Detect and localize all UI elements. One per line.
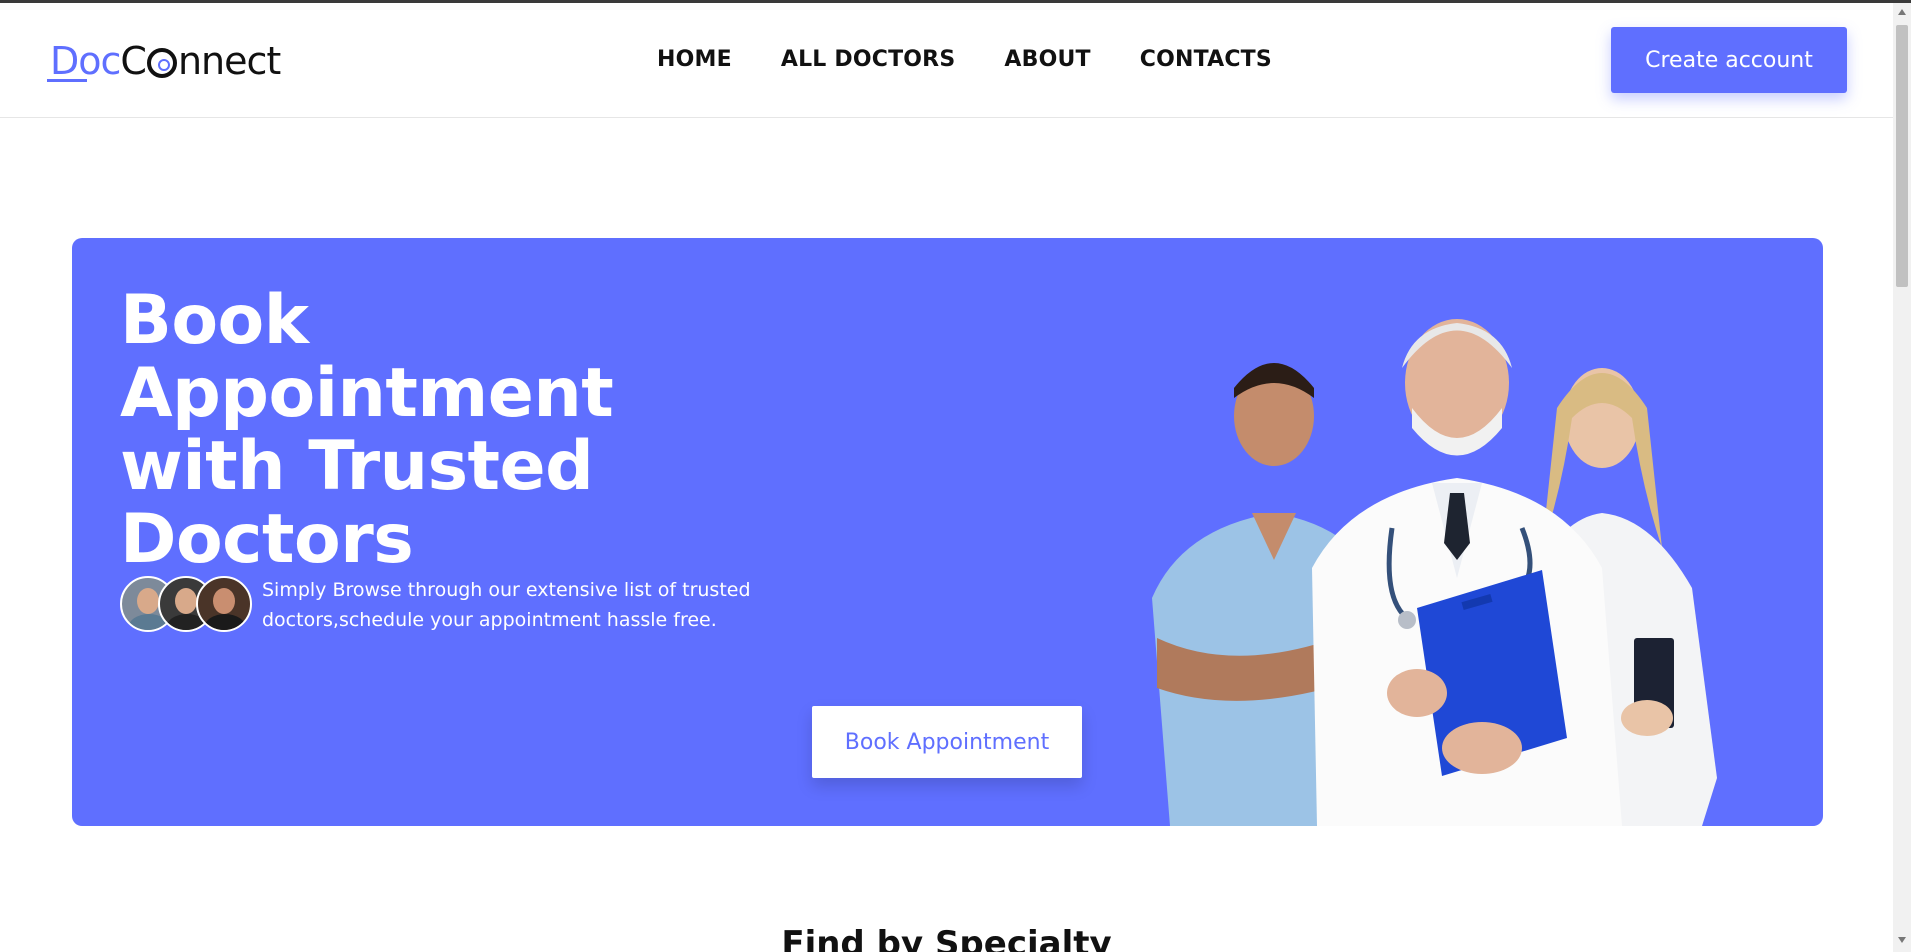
scrollbar-thumb[interactable] xyxy=(1896,25,1908,287)
nav-contacts[interactable]: CONTACTS xyxy=(1140,47,1272,72)
logo-letters-oc: oc xyxy=(78,39,121,83)
hero-title-line-2: with Trusted xyxy=(120,427,594,506)
stethoscope-o-icon xyxy=(146,48,177,78)
book-appointment-button[interactable]: Book Appointment xyxy=(812,706,1082,778)
hero-title: Book Appointment with Trusted Doctors xyxy=(120,284,780,576)
hero-title-line-1: Book Appointment xyxy=(120,281,614,433)
find-by-specialty-heading: Find by Specialty xyxy=(781,924,1112,952)
nav-home[interactable]: HOME xyxy=(657,47,732,72)
site-header: DocC nnect HOME ALL DOCTORS ABOUT CONTACT… xyxy=(0,3,1893,118)
doctors-group-image xyxy=(1152,319,1717,826)
nav-all-doctors[interactable]: ALL DOCTORS xyxy=(781,47,956,72)
nav-about[interactable]: ABOUT xyxy=(1004,47,1090,72)
hero-banner: Book Appointment with Trusted Doctors Si… xyxy=(72,238,1823,826)
page-scrollbar[interactable] xyxy=(1893,3,1911,952)
main-nav: HOME ALL DOCTORS ABOUT CONTACTS xyxy=(657,47,1272,72)
scroll-down-arrow-icon[interactable] xyxy=(1898,937,1906,943)
logo-underline xyxy=(47,79,87,82)
scroll-up-arrow-icon[interactable] xyxy=(1898,9,1906,15)
brand-logo[interactable]: DocC nnect xyxy=(47,37,281,85)
hero-title-line-3: Doctors xyxy=(120,500,414,579)
user-avatars-group xyxy=(120,576,252,632)
logo-letter-d: D xyxy=(50,39,79,83)
avatar xyxy=(196,576,252,632)
logo-letters-nnect: nnect xyxy=(177,39,281,83)
create-account-button[interactable]: Create account xyxy=(1611,27,1847,93)
hero-description: Simply Browse through our extensive list… xyxy=(262,579,751,631)
logo-letter-c: C xyxy=(120,39,147,83)
